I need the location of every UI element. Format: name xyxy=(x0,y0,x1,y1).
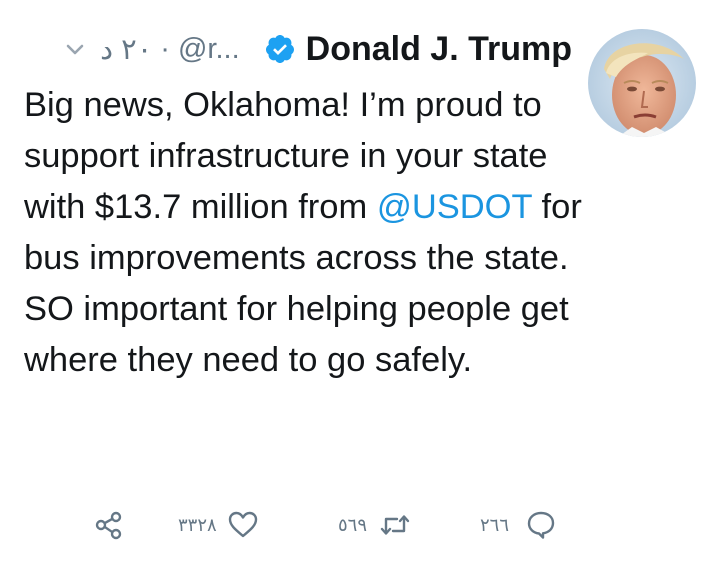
mention-link[interactable]: @USDOT xyxy=(377,188,532,226)
avatar[interactable] xyxy=(588,29,696,137)
author-handle[interactable]: @r... xyxy=(178,33,240,66)
heart-icon xyxy=(228,511,257,538)
tweet-text: Big news, Oklahoma! I’m proud to support… xyxy=(24,80,584,386)
tweet-time: ٢٠ د xyxy=(100,33,153,66)
verified-badge-icon xyxy=(265,35,294,63)
like-button[interactable]: ٣٣٢٨ xyxy=(178,500,259,550)
retweet-icon xyxy=(380,515,410,535)
meta-separator: · xyxy=(160,32,170,65)
like-count: ٣٣٢٨ xyxy=(178,514,217,535)
reply-count: ٢٦٦ xyxy=(480,514,510,535)
retweet-button[interactable]: ٥٦٩ xyxy=(338,500,411,550)
tweet-actions: ٣٣٢٨ ٥٦٩ ٢٦٦ xyxy=(0,500,720,550)
tweet-header: ٢٠ د · @r... Donald J. Trump xyxy=(24,26,572,72)
share-icon xyxy=(95,511,122,540)
avatar-photo xyxy=(588,29,696,137)
share-button[interactable] xyxy=(93,500,125,550)
tweet-meta: ٢٠ د · @r... xyxy=(100,32,239,67)
reply-icon xyxy=(527,511,555,539)
chevron-down-icon[interactable] xyxy=(64,38,86,60)
retweet-count: ٥٦٩ xyxy=(338,514,368,535)
tweet: ٢٠ د · @r... Donald J. Trump Big news, O… xyxy=(0,0,720,566)
reply-button[interactable]: ٢٦٦ xyxy=(480,500,557,550)
author-name[interactable]: Donald J. Trump xyxy=(306,30,572,69)
